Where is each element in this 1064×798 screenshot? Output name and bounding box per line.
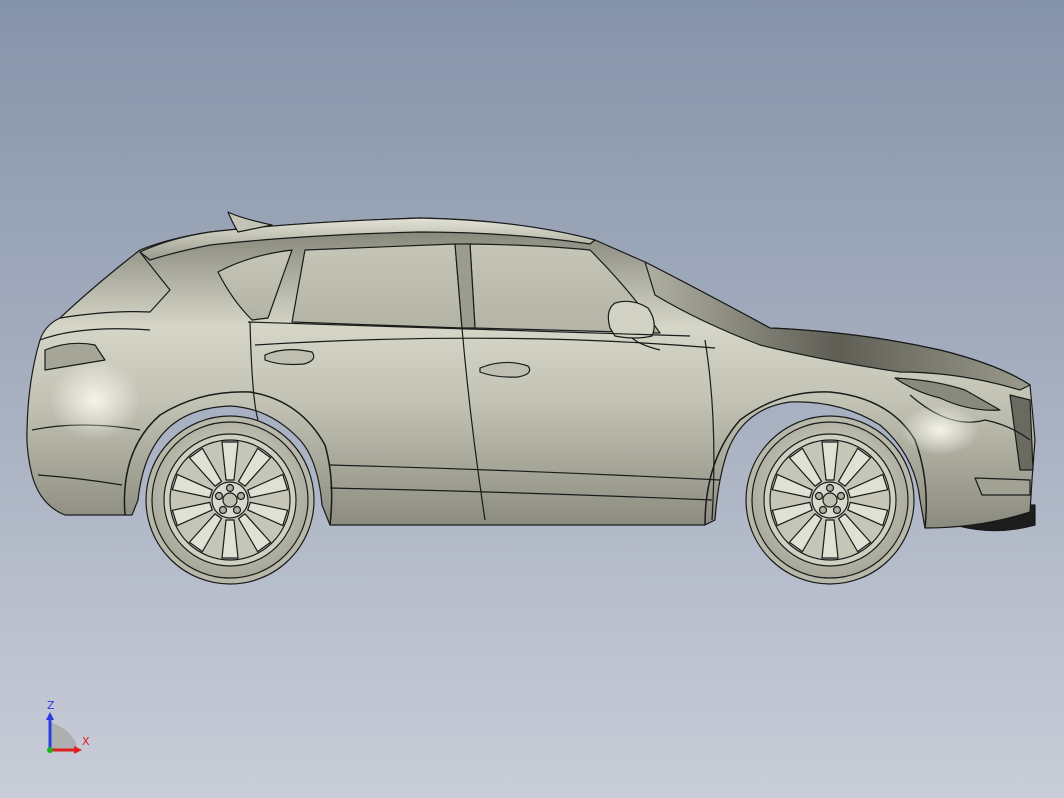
- rear-door-window: [291, 243, 463, 329]
- graphics-viewport[interactable]: Z X: [0, 0, 1064, 798]
- fog-light: [974, 477, 1031, 496]
- triad-x-label: X: [82, 735, 90, 748]
- graphics-area[interactable]: [0, 0, 1064, 798]
- y-axis-point: [47, 747, 53, 753]
- front-wheel[interactable]: [745, 415, 915, 585]
- triad-z-label: Z: [47, 699, 55, 712]
- rear-wheel[interactable]: [145, 415, 315, 585]
- rear-door-handle[interactable]: [264, 349, 315, 366]
